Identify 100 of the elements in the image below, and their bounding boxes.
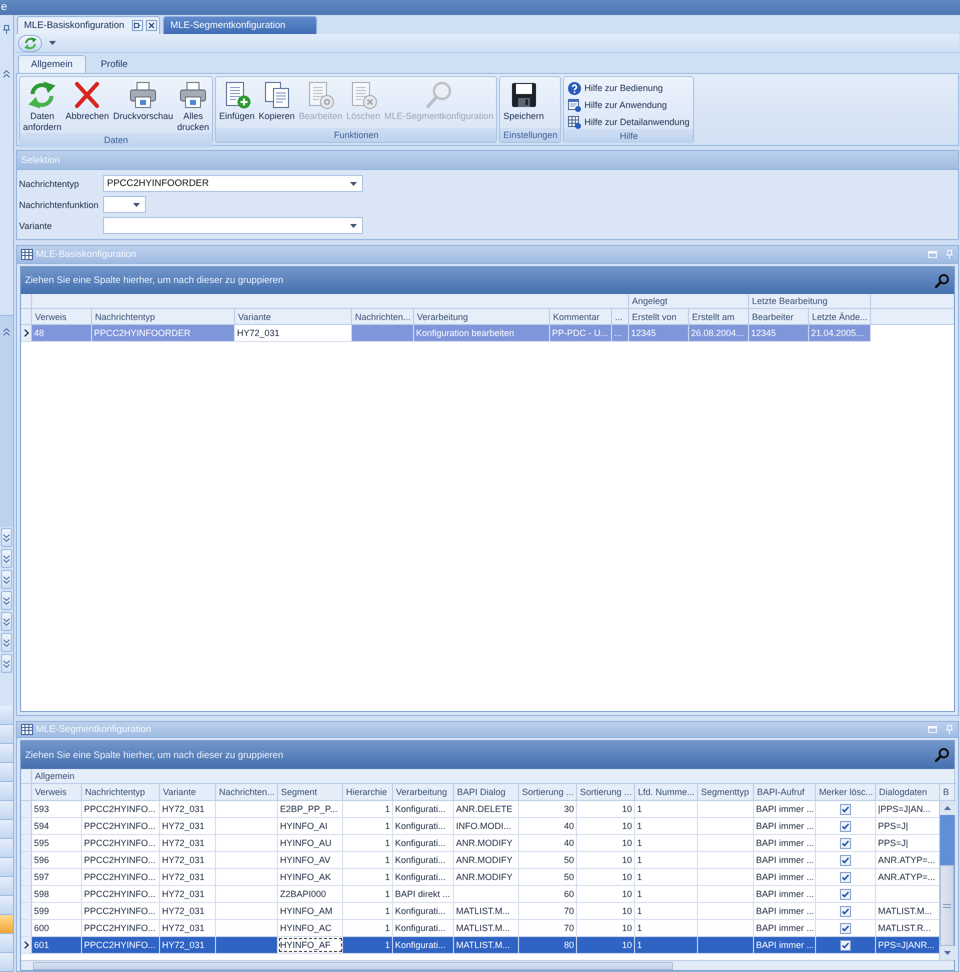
column-header[interactable]: Hierarchie	[343, 784, 393, 800]
column-header[interactable]: Letzte Ände...	[809, 309, 871, 324]
table-cell: ANR.MODIFY	[454, 835, 519, 851]
checkbox[interactable]	[840, 922, 851, 934]
search-icon[interactable]	[935, 274, 949, 288]
table-cell: HY72_031	[160, 852, 216, 868]
checkbox[interactable]	[840, 854, 851, 866]
table-row[interactable]: 596 PPCC2HYINFO... HY72_031 HYINFO_AV 1 Konfigurati... ANR.MODIFY 50 10 1 BAPI immer ... ANR.ATYP=...	[21, 852, 940, 869]
column-header[interactable]: Lfd. Numme...	[635, 784, 698, 800]
column-header[interactable]: Nachrichten...	[216, 784, 278, 800]
ribbon-button[interactable]: Daten anfordern	[21, 79, 64, 133]
close-icon[interactable]	[146, 20, 158, 31]
column-header[interactable]: Bearbeiter	[749, 309, 809, 324]
table-row[interactable]: 593 PPCC2HYINFO... HY72_031 E2BP_PP_P... 1 Konfigurati... ANR.DELETE 30 10 1 BAPI immer ... |PPS=J|AN...	[21, 801, 940, 818]
help-link[interactable]: Hilfe zur Bedienung	[566, 82, 692, 95]
column-header[interactable]: BAPI Dialog	[454, 784, 519, 800]
scrollbar-thumb[interactable]	[940, 865, 954, 946]
expand-button[interactable]	[1, 528, 12, 547]
expand-button[interactable]	[1, 633, 12, 652]
search-icon[interactable]	[935, 748, 949, 762]
table-cell: 1	[635, 937, 698, 953]
expand-button[interactable]	[1, 591, 12, 610]
column-header[interactable]: Merker lösc...	[816, 784, 876, 800]
ribbon-button[interactable]: Einfügen	[217, 79, 257, 122]
column-header[interactable]: BAPI-Aufruf	[754, 784, 816, 800]
column-header[interactable]: Sortierung ...	[519, 784, 577, 800]
quick-access-button[interactable]	[18, 34, 42, 52]
pin-icon[interactable]	[3, 25, 10, 34]
ribbon-tab[interactable]: Profile	[88, 55, 141, 73]
table-cell: PPCC2HYINFO...	[82, 869, 160, 885]
column-header[interactable]: Nachrichtentyp	[92, 309, 235, 324]
table-row[interactable]: 597 PPCC2HYINFO... HY72_031 HYINFO_AK 1 Konfigurati... ANR.MODIFY 50 10 1 BAPI immer ... ANR.ATYP=...	[21, 869, 940, 886]
arrow-up-icon[interactable]	[940, 801, 955, 815]
row-indicator	[21, 886, 32, 902]
column-header[interactable]: Segment	[278, 784, 343, 800]
document-tab[interactable]: MLE-Basiskonfiguration	[17, 16, 160, 34]
table-row[interactable]: 48 PPCC2HYINFOORDER HY72_031 Konfiguration bearbeiten PP-PDC - U... ... 12345 26.08.2004... 12345 21.04.2005...	[21, 325, 871, 342]
column-header[interactable]: Verarbeitung	[393, 784, 454, 800]
table-cell: HY72_031	[160, 886, 216, 902]
ribbon-tab[interactable]: Allgemein	[18, 55, 86, 73]
checkbox[interactable]	[840, 804, 851, 814]
table-row[interactable]: 601 PPCC2HYINFO... HY72_031 HYINFO_AF 1 Konfigurati... MATLIST.M... 80 10 1 BAPI immer ... PPS=J|ANR...	[21, 937, 940, 954]
table-cell: HYINFO_AC	[278, 920, 343, 936]
column-header[interactable]: B	[940, 784, 955, 800]
column-header[interactable]: Sortierung ...	[577, 784, 635, 800]
table-cell: 1	[635, 818, 698, 834]
expand-button[interactable]	[1, 654, 12, 673]
table-cell: HY72_031	[160, 920, 216, 936]
column-header[interactable]: Erstellt von	[629, 309, 689, 324]
table-cell: BAPI direkt ...	[393, 886, 454, 902]
column-header[interactable]: Erstellt am	[689, 309, 749, 324]
horizontal-scrollbar[interactable]	[21, 960, 954, 970]
table-row[interactable]: 598 PPCC2HYINFO... HY72_031 Z2BAPI000 1 BAPI direkt ... 60 10 1 BAPI immer ...	[21, 886, 940, 903]
table-cell: 1	[343, 920, 393, 936]
dropdown-arrow-icon[interactable]	[49, 41, 56, 45]
column-header[interactable]: Verweis	[32, 784, 82, 800]
column-header[interactable]: Verarbeitung	[414, 309, 550, 324]
table-cell: 12345	[629, 325, 689, 341]
column-header[interactable]: Nachrichtentyp	[82, 784, 160, 800]
column-header[interactable]: Variante	[160, 784, 216, 800]
column-header[interactable]: Variante	[235, 309, 352, 324]
dropdown-arrow-icon[interactable]	[350, 224, 357, 228]
table-cell: 40	[519, 818, 577, 834]
dropdown-arrow-icon[interactable]	[350, 182, 357, 186]
ribbon-button[interactable]: Alles drucken	[175, 79, 212, 133]
help-link[interactable]: Hilfe zur Detailanwendung	[566, 116, 692, 129]
refresh-icon	[28, 81, 56, 109]
column-header[interactable]: Kommentar	[550, 309, 612, 324]
checkbox[interactable]	[840, 940, 851, 950]
ribbon-button[interactable]: Kopieren	[256, 79, 297, 122]
help-link[interactable]: Hilfe zur Anwendung	[566, 99, 692, 112]
checkbox[interactable]	[840, 888, 851, 900]
checkbox[interactable]	[840, 820, 851, 832]
vertical-scrollbar[interactable]	[939, 801, 954, 960]
dropdown-arrow-icon[interactable]	[133, 202, 140, 206]
expand-button[interactable]	[1, 612, 12, 631]
document-tab[interactable]: MLE-Segmentkonfiguration	[163, 16, 318, 34]
checkbox[interactable]	[840, 838, 851, 848]
column-header[interactable]: Dialogdaten	[876, 784, 940, 800]
column-header[interactable]: ...	[612, 309, 629, 324]
checkbox[interactable]	[840, 906, 851, 916]
table-row[interactable]: 600 PPCC2HYINFO... HY72_031 HYINFO_AC 1 Konfigurati... MATLIST.M... 70 10 1 BAPI immer ... MATLIST.R...	[21, 920, 940, 937]
ribbon-button[interactable]: Speichern	[501, 79, 546, 122]
scrollbar-thumb[interactable]	[33, 962, 673, 970]
table-row[interactable]: 599 PPCC2HYINFO... HY72_031 HYINFO_AM 1 Konfigurati... MATLIST.M... 70 10 1 BAPI immer ... MATLIST.M...	[21, 903, 940, 920]
ribbon-button[interactable]: Druckvorschau	[111, 79, 176, 122]
arrow-down-icon[interactable]	[940, 946, 955, 960]
field-label: Nachrichtentyp	[19, 178, 80, 188]
checkbox[interactable]	[840, 872, 851, 882]
ribbon-button[interactable]: Abbrechen	[64, 79, 112, 122]
table-row[interactable]: 594 PPCC2HYINFO... HY72_031 HYINFO_AI 1 Konfigurati... INFO.MODI... 40 10 1 BAPI immer ... PPS=J|	[21, 818, 940, 835]
column-header[interactable]: Nachrichten...	[352, 309, 414, 324]
expand-button[interactable]	[1, 549, 12, 568]
combo-box[interactable]: PPCC2HYINFOORDER	[103, 175, 363, 192]
column-header[interactable]: Segmenttyp	[698, 784, 754, 800]
column-header[interactable]: Verweis	[32, 309, 92, 324]
pin-icon[interactable]	[132, 20, 144, 31]
table-cell: 10	[577, 869, 635, 885]
table-row[interactable]: 595 PPCC2HYINFO... HY72_031 HYINFO_AU 1 Konfigurati... ANR.MODIFY 40 10 1 BAPI immer ... PPS=J|	[21, 835, 940, 852]
expand-button[interactable]	[1, 570, 12, 589]
